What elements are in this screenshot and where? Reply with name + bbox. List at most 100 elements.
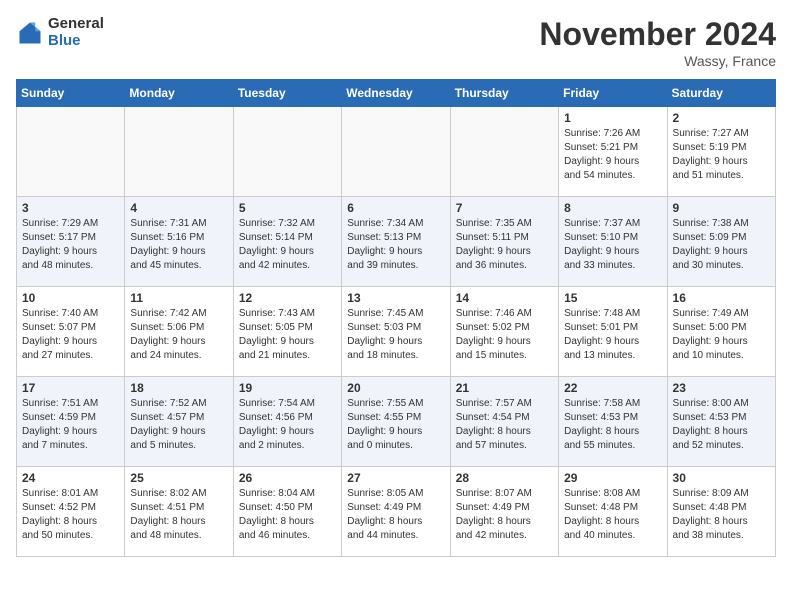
- day-info: Sunrise: 8:09 AM Sunset: 4:48 PM Dayligh…: [673, 487, 770, 543]
- day-info: Sunrise: 7:45 AM Sunset: 5:03 PM Dayligh…: [347, 307, 444, 363]
- day-number: 3: [22, 201, 119, 215]
- day-number: 8: [564, 201, 661, 215]
- calendar-cell: [342, 107, 450, 197]
- calendar-cell: 19 Sunrise: 7:54 AM Sunset: 4:56 PM Dayli…: [233, 377, 341, 467]
- day-info: Sunrise: 7:31 AM Sunset: 5:16 PM Dayligh…: [130, 217, 227, 273]
- day-number: 25: [130, 471, 227, 485]
- day-info: Sunrise: 8:08 AM Sunset: 4:48 PM Dayligh…: [564, 487, 661, 543]
- calendar-cell: 28Sunrise: 8:07 AM Sunset: 4:49 PM Dayli…: [450, 467, 558, 557]
- day-info: Sunrise: 8:04 AM Sunset: 4:50 PM Dayligh…: [239, 487, 336, 543]
- calendar-cell: 4 Sunrise: 7:31 AM Sunset: 5:16 PM Daylig…: [125, 197, 233, 287]
- col-header-friday: Friday: [559, 80, 667, 107]
- day-info: Sunrise: 7:32 AM Sunset: 5:14 PM Dayligh…: [239, 217, 336, 273]
- calendar-location: Wassy, France: [539, 53, 776, 69]
- page-header: General Blue November 2024 Wassy, France: [16, 16, 776, 69]
- calendar-cell: 7Sunrise: 7:35 AM Sunset: 5:11 PM Daylig…: [450, 197, 558, 287]
- day-number: 29: [564, 471, 661, 485]
- calendar-cell: 15 Sunrise: 7:48 AM Sunset: 5:01 PM Dayli…: [559, 287, 667, 377]
- calendar-cell: 9 Sunrise: 7:38 AM Sunset: 5:09 PM Daylig…: [667, 197, 775, 287]
- calendar-cell: 29 Sunrise: 8:08 AM Sunset: 4:48 PM Dayli…: [559, 467, 667, 557]
- col-header-thursday: Thursday: [450, 80, 558, 107]
- logo-icon: [16, 19, 44, 47]
- day-info: Sunrise: 8:02 AM Sunset: 4:51 PM Dayligh…: [130, 487, 227, 543]
- header-row: SundayMondayTuesdayWednesdayThursdayFrid…: [17, 80, 776, 107]
- day-info: Sunrise: 7:37 AM Sunset: 5:10 PM Dayligh…: [564, 217, 661, 273]
- day-number: 21: [456, 381, 553, 395]
- day-number: 13: [347, 291, 444, 305]
- calendar-cell: 12 Sunrise: 7:43 AM Sunset: 5:05 PM Dayli…: [233, 287, 341, 377]
- day-number: 22: [564, 381, 661, 395]
- day-number: 4: [130, 201, 227, 215]
- title-block: November 2024 Wassy, France: [539, 16, 776, 69]
- calendar-cell: 20 Sunrise: 7:55 AM Sunset: 4:55 PM Dayli…: [342, 377, 450, 467]
- calendar-cell: 5 Sunrise: 7:32 AM Sunset: 5:14 PM Daylig…: [233, 197, 341, 287]
- day-info: Sunrise: 7:46 AM Sunset: 5:02 PM Dayligh…: [456, 307, 553, 363]
- calendar-cell: 18 Sunrise: 7:52 AM Sunset: 4:57 PM Dayli…: [125, 377, 233, 467]
- day-info: Sunrise: 7:43 AM Sunset: 5:05 PM Dayligh…: [239, 307, 336, 363]
- calendar-cell: [17, 107, 125, 197]
- day-number: 6: [347, 201, 444, 215]
- calendar-cell: 13 Sunrise: 7:45 AM Sunset: 5:03 PM Dayli…: [342, 287, 450, 377]
- calendar-cell: 21Sunrise: 7:57 AM Sunset: 4:54 PM Dayli…: [450, 377, 558, 467]
- logo-general-text: General: [48, 16, 104, 33]
- calendar-cell: 16 Sunrise: 7:49 AM Sunset: 5:00 PM Dayli…: [667, 287, 775, 377]
- col-header-saturday: Saturday: [667, 80, 775, 107]
- day-info: Sunrise: 8:01 AM Sunset: 4:52 PM Dayligh…: [22, 487, 119, 543]
- day-info: Sunrise: 8:00 AM Sunset: 4:53 PM Dayligh…: [673, 397, 770, 453]
- day-number: 18: [130, 381, 227, 395]
- day-info: Sunrise: 7:38 AM Sunset: 5:09 PM Dayligh…: [673, 217, 770, 273]
- calendar-cell: 14 Sunrise: 7:46 AM Sunset: 5:02 PM Dayli…: [450, 287, 558, 377]
- day-number: 15: [564, 291, 661, 305]
- calendar-cell: 26Sunrise: 8:04 AM Sunset: 4:50 PM Dayli…: [233, 467, 341, 557]
- day-number: 5: [239, 201, 336, 215]
- day-info: Sunrise: 7:48 AM Sunset: 5:01 PM Dayligh…: [564, 307, 661, 363]
- calendar-cell: 23 Sunrise: 8:00 AM Sunset: 4:53 PM Dayli…: [667, 377, 775, 467]
- calendar-cell: [125, 107, 233, 197]
- day-number: 10: [22, 291, 119, 305]
- col-header-wednesday: Wednesday: [342, 80, 450, 107]
- logo-blue-text: Blue: [48, 33, 104, 50]
- day-number: 23: [673, 381, 770, 395]
- calendar-title: November 2024: [539, 16, 776, 53]
- day-number: 12: [239, 291, 336, 305]
- day-info: Sunrise: 7:55 AM Sunset: 4:55 PM Dayligh…: [347, 397, 444, 453]
- day-number: 2: [673, 111, 770, 125]
- day-info: Sunrise: 8:07 AM Sunset: 4:49 PM Dayligh…: [456, 487, 553, 543]
- calendar-row: 3Sunrise: 7:29 AM Sunset: 5:17 PM Daylig…: [17, 197, 776, 287]
- day-info: Sunrise: 7:27 AM Sunset: 5:19 PM Dayligh…: [673, 127, 770, 183]
- calendar-cell: 24 Sunrise: 8:01 AM Sunset: 4:52 PM Dayli…: [17, 467, 125, 557]
- calendar-table: SundayMondayTuesdayWednesdayThursdayFrid…: [16, 79, 776, 557]
- calendar-cell: 2 Sunrise: 7:27 AM Sunset: 5:19 PM Daylig…: [667, 107, 775, 197]
- day-number: 20: [347, 381, 444, 395]
- day-info: Sunrise: 7:40 AM Sunset: 5:07 PM Dayligh…: [22, 307, 119, 363]
- calendar-cell: 8 Sunrise: 7:37 AM Sunset: 5:10 PM Daylig…: [559, 197, 667, 287]
- day-number: 19: [239, 381, 336, 395]
- day-number: 27: [347, 471, 444, 485]
- day-number: 9: [673, 201, 770, 215]
- day-number: 16: [673, 291, 770, 305]
- calendar-cell: 1Sunrise: 7:26 AM Sunset: 5:21 PM Daylig…: [559, 107, 667, 197]
- calendar-cell: 30 Sunrise: 8:09 AM Sunset: 4:48 PM Dayli…: [667, 467, 775, 557]
- col-header-tuesday: Tuesday: [233, 80, 341, 107]
- day-number: 17: [22, 381, 119, 395]
- day-number: 30: [673, 471, 770, 485]
- calendar-cell: 22 Sunrise: 7:58 AM Sunset: 4:53 PM Dayli…: [559, 377, 667, 467]
- day-number: 14: [456, 291, 553, 305]
- logo: General Blue: [16, 16, 104, 49]
- day-number: 11: [130, 291, 227, 305]
- calendar-cell: 10 Sunrise: 7:40 AM Sunset: 5:07 PM Dayli…: [17, 287, 125, 377]
- calendar-cell: 25 Sunrise: 8:02 AM Sunset: 4:51 PM Dayli…: [125, 467, 233, 557]
- day-number: 7: [456, 201, 553, 215]
- calendar-cell: 17 Sunrise: 7:51 AM Sunset: 4:59 PM Dayli…: [17, 377, 125, 467]
- day-number: 24: [22, 471, 119, 485]
- day-info: Sunrise: 7:52 AM Sunset: 4:57 PM Dayligh…: [130, 397, 227, 453]
- day-info: Sunrise: 7:54 AM Sunset: 4:56 PM Dayligh…: [239, 397, 336, 453]
- day-info: Sunrise: 8:05 AM Sunset: 4:49 PM Dayligh…: [347, 487, 444, 543]
- calendar-cell: 3Sunrise: 7:29 AM Sunset: 5:17 PM Daylig…: [17, 197, 125, 287]
- day-info: Sunrise: 7:51 AM Sunset: 4:59 PM Dayligh…: [22, 397, 119, 453]
- day-info: Sunrise: 7:49 AM Sunset: 5:00 PM Dayligh…: [673, 307, 770, 363]
- calendar-cell: [233, 107, 341, 197]
- calendar-row: 24 Sunrise: 8:01 AM Sunset: 4:52 PM Dayli…: [17, 467, 776, 557]
- day-info: Sunrise: 7:34 AM Sunset: 5:13 PM Dayligh…: [347, 217, 444, 273]
- day-info: Sunrise: 7:58 AM Sunset: 4:53 PM Dayligh…: [564, 397, 661, 453]
